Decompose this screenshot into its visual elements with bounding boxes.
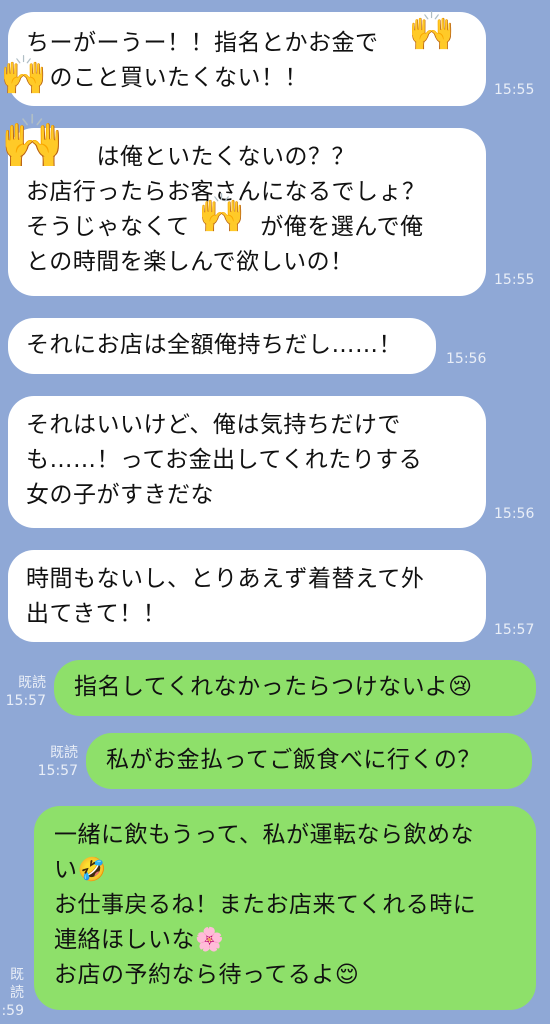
incoming-message[interactable]: それはいいけど、俺は気持ちだけで も……！ってお金出してくれたりする 女の子がす… (8, 396, 486, 528)
outgoing-message[interactable]: 指名してくれなかったらつけないよ😢 (54, 660, 536, 716)
read-receipt: 既読 15:57 (30, 744, 78, 780)
incoming-message[interactable]: は俺といたくないの？？ お店行ったらお客さんになるでしょ？ そうじゃなくて が俺… (8, 128, 486, 296)
read-label: 既読 (18, 675, 46, 691)
incoming-message[interactable]: ちーがーうー！！指名とかお金で のこと買いたくない！！ (8, 12, 486, 106)
outgoing-message[interactable]: 私がお金払ってご飯食べに行くの？ (86, 733, 532, 789)
read-label: 既読 (10, 967, 24, 1001)
message-time: 15:56 (494, 506, 535, 522)
message-time: 15:55 (494, 82, 535, 98)
outgoing-message[interactable]: 一緒に飲もうって、私が運転なら飲めな い🤣 お仕事戻るね！またお店来てくれる時に… (34, 806, 536, 1010)
read-receipt: 既読 15:57 (0, 674, 46, 710)
incoming-message[interactable]: 時間もないし、とりあえず着替えて外 出てきて！！ (8, 550, 486, 642)
message-time: 15:55 (494, 272, 535, 288)
message-time: 15:57 (5, 693, 46, 709)
message-time: 15:56 (446, 351, 487, 367)
read-receipt: 既読 :59 (0, 966, 24, 1020)
incoming-message[interactable]: それにお店は全額俺持ちだし……！ (8, 318, 436, 374)
chat-view[interactable]: ちーがーうー！！指名とかお金で のこと買いたくない！！ 15:55 は俺といたく… (0, 0, 550, 1024)
message-time: 15:57 (37, 763, 78, 779)
read-label: 既読 (50, 745, 78, 761)
message-time: :59 (1, 1003, 24, 1019)
message-time: 15:57 (494, 622, 535, 638)
